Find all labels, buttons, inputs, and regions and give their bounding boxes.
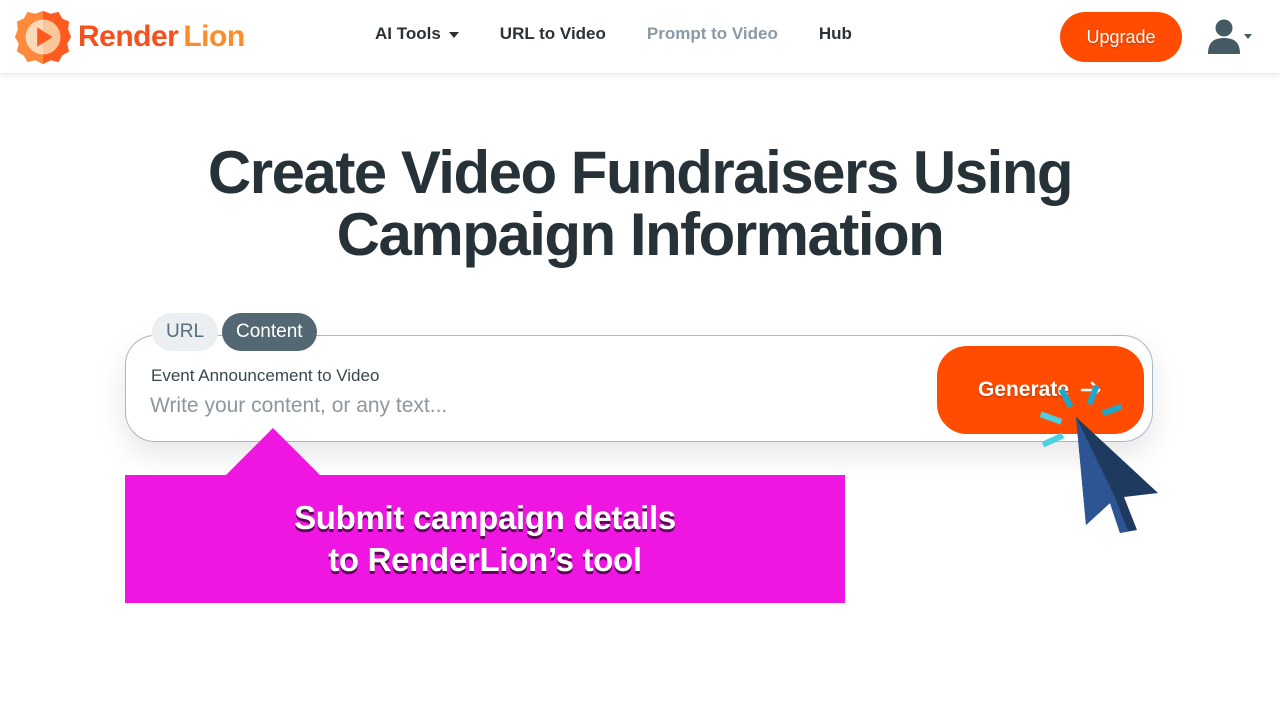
brand-name-lion: Lion [183,20,245,53]
callout-text: Submit campaign details to RenderLion’s … [294,497,676,581]
top-navbar: Render Lion AI Tools URL to Video Prompt … [0,0,1280,74]
nav-item-prompt-to-video[interactable]: Prompt to Video [647,24,778,44]
input-mode-tabs: URL Content [152,313,321,351]
callout-pointer [225,428,321,476]
chevron-down-icon [448,32,459,38]
main-nav: AI Tools URL to Video Prompt to Video Hu… [375,24,893,44]
user-menu-button[interactable] [1206,18,1254,56]
tab-content[interactable]: Content [222,313,317,351]
brand-logo[interactable]: Render Lion [14,8,245,66]
brand-name-render: Render [78,20,179,53]
content-input[interactable] [150,390,890,422]
callout-line-2: to RenderLion’s tool [328,541,642,578]
annotation-callout: Submit campaign details to RenderLion’s … [125,475,845,603]
page-title-line-1: Create Video Fundraisers Using [207,139,1074,206]
nav-item-label: URL to Video [499,24,606,43]
generate-button[interactable]: Generate [937,346,1144,434]
input-label: Event Announcement to Video [151,366,380,385]
nav-item-hub[interactable]: Hub [819,24,852,44]
tab-url[interactable]: URL [152,313,219,351]
callout-line-1: Submit campaign details [294,499,676,536]
nav-item-url-to-video[interactable]: URL to Video [500,24,606,44]
nav-item-label: AI Tools [375,24,441,43]
user-icon [1208,19,1252,54]
upgrade-button[interactable]: Upgrade [1060,12,1182,62]
chevron-down-icon [1244,34,1252,39]
page-title: Create Video Fundraisers Using Campaign … [0,142,1280,266]
arrow-right-icon [1080,381,1101,399]
generate-button-label: Generate [977,378,1070,401]
page-title-line-2: Campaign Information [336,201,945,268]
nav-item-label: Hub [818,24,852,43]
lion-play-icon [14,10,72,65]
nav-item-ai-tools[interactable]: AI Tools [375,24,459,44]
nav-item-label: Prompt to Video [646,24,778,43]
